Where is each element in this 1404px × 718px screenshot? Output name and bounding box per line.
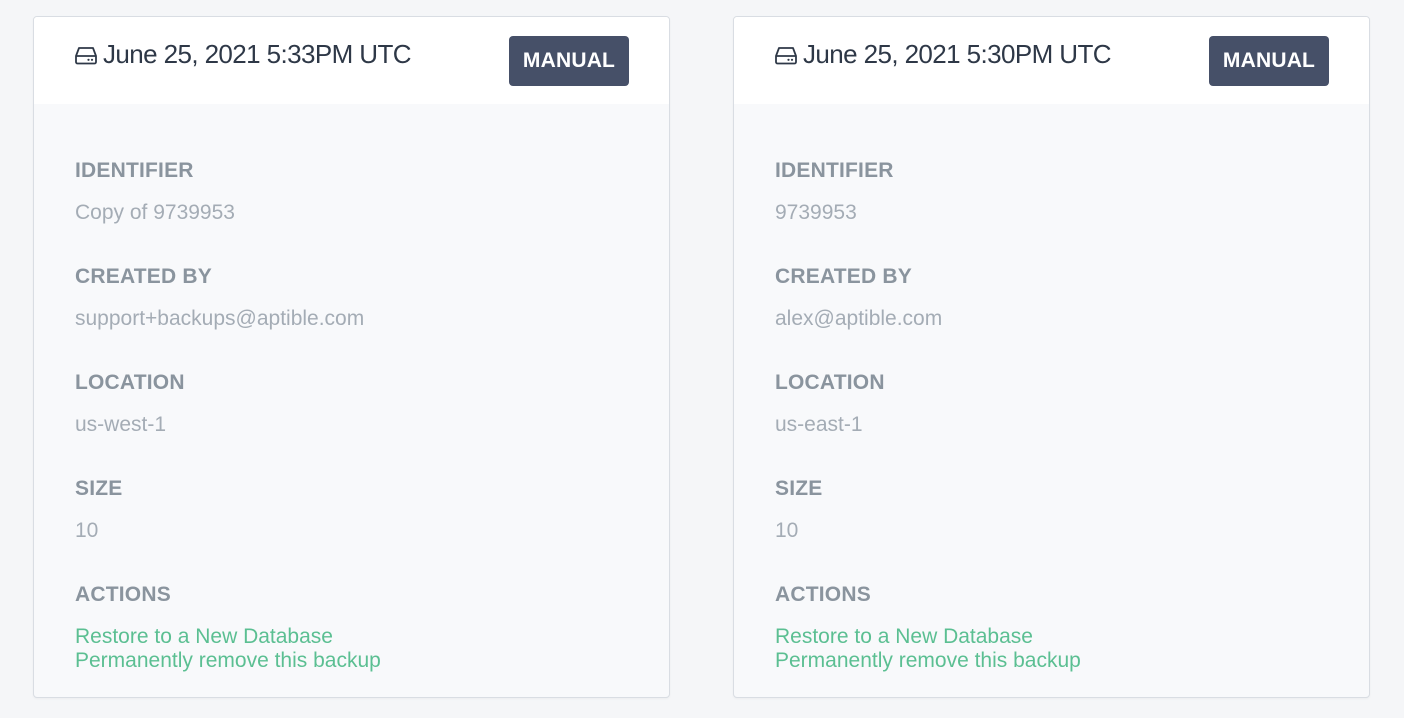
backup-timestamp-text: June 25, 2021 5:33PM UTC [103,39,412,69]
created-by-value: alex@aptible.com [775,307,943,330]
size-value: 10 [75,519,99,542]
backup-card: June 25, 2021 5:30PM UTC MANUAL IDENTIFI… [733,16,1370,698]
backup-type-badge: MANUAL [509,36,629,86]
size-value: 10 [775,519,799,542]
backup-type-badge: MANUAL [1209,36,1329,86]
restore-backup-link[interactable]: Restore to a New Database [75,625,333,649]
backup-timestamp-text: June 25, 2021 5:30PM UTC [803,39,1112,69]
remove-backup-link[interactable]: Permanently remove this backup [75,649,381,673]
location-value: us-east-1 [775,413,863,436]
backup-timestamp: June 25, 2021 5:30PM UTC [775,39,1112,70]
actions-label: ACTIONS [75,583,171,606]
backup-card: June 25, 2021 5:33PM UTC MANUAL IDENTIFI… [33,16,670,698]
actions-label: ACTIONS [775,583,871,606]
size-label: SIZE [75,477,123,500]
created-by-label: CREATED BY [75,265,212,288]
identifier-label: IDENTIFIER [775,159,894,182]
location-label: LOCATION [75,371,185,394]
identifier-label: IDENTIFIER [75,159,194,182]
backup-card-header: June 25, 2021 5:33PM UTC MANUAL [34,17,669,104]
created-by-value: support+backups@aptible.com [75,307,365,330]
identifier-value: 9739953 [775,201,857,224]
identifier-value: Copy of 9739953 [75,201,235,224]
hard-drive-icon [775,46,797,64]
location-value: us-west-1 [75,413,167,436]
created-by-label: CREATED BY [775,265,912,288]
remove-backup-link[interactable]: Permanently remove this backup [775,649,1081,673]
hard-drive-icon [75,46,97,64]
location-label: LOCATION [775,371,885,394]
restore-backup-link[interactable]: Restore to a New Database [775,625,1033,649]
backup-timestamp: June 25, 2021 5:33PM UTC [75,39,412,70]
size-label: SIZE [775,477,823,500]
backup-card-header: June 25, 2021 5:30PM UTC MANUAL [734,17,1369,104]
